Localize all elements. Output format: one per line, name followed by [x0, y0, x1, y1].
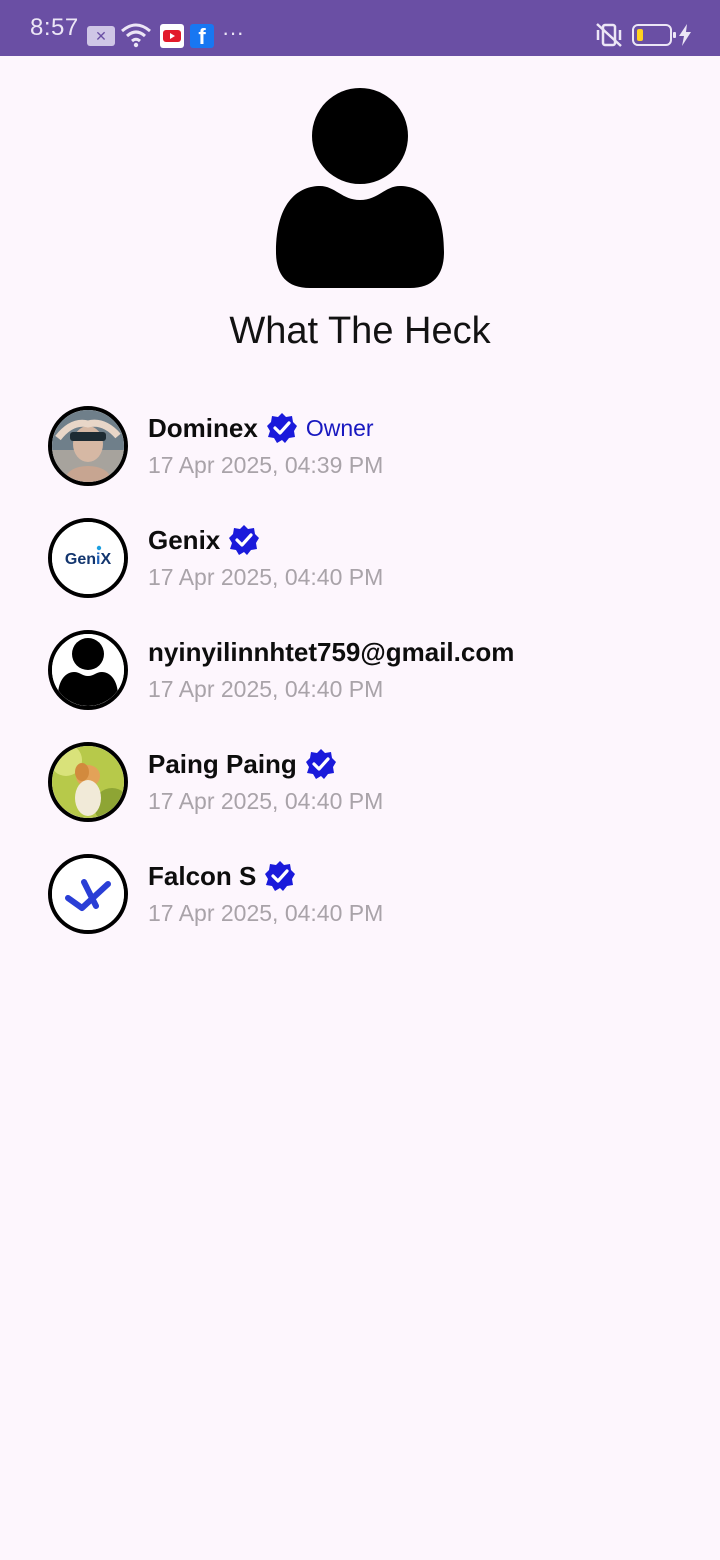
member-joined-date: 17 Apr 2025, 04:39 PM — [148, 452, 384, 478]
genix-logo-icon: GeniX — [52, 522, 124, 594]
wifi-icon — [121, 23, 151, 48]
member-avatar: GeniX — [48, 518, 128, 598]
member-name-line: Falcon S — [148, 858, 296, 894]
group-title: What The Heck — [229, 310, 491, 352]
members-list: Dominex Owner 17 Apr 2025, 04:39 PM Geni… — [0, 402, 720, 962]
member-joined-date: 17 Apr 2025, 04:40 PM — [148, 676, 384, 702]
member-row-paing-paing[interactable]: Paing Paing 17 Apr 2025, 04:40 PM — [0, 738, 720, 850]
member-joined-date: 17 Apr 2025, 04:40 PM — [148, 564, 384, 590]
verified-badge-icon — [305, 749, 336, 779]
vibrate-off-icon — [596, 23, 622, 47]
member-row-email-user[interactable]: nyinyilinnhtet759@gmail.com 17 Apr 2025,… — [0, 626, 720, 738]
member-name-line: Genix — [148, 522, 260, 558]
svg-text:GeniX: GeniX — [65, 551, 112, 568]
more-dots-icon: ··· — [222, 20, 244, 45]
member-name-line: nyinyilinnhtet759@gmail.com — [148, 634, 514, 670]
falcon-logo-icon — [52, 858, 124, 930]
group-avatar-person-icon[interactable] — [270, 82, 450, 292]
member-joined-date: 17 Apr 2025, 04:40 PM — [148, 788, 384, 814]
member-row-dominex[interactable]: Dominex Owner 17 Apr 2025, 04:39 PM — [0, 402, 720, 514]
member-name-line: Paing Paing — [148, 746, 337, 782]
status-bar: 8:57 ✕ f ··· — [0, 0, 720, 56]
facebook-icon: f — [190, 24, 214, 49]
member-avatar — [48, 742, 128, 822]
photo-person-icon — [52, 410, 124, 482]
person-silhouette-icon — [52, 634, 124, 706]
member-avatar — [48, 854, 128, 934]
verified-badge-icon — [229, 525, 260, 555]
youtube-icon — [160, 24, 184, 48]
charging-bolt-icon — [679, 24, 691, 46]
member-row-falcon-s[interactable]: Falcon S 17 Apr 2025, 04:40 PM — [0, 850, 720, 962]
member-joined-date: 17 Apr 2025, 04:40 PM — [148, 900, 384, 926]
verified-badge-icon — [265, 861, 296, 891]
member-avatar — [48, 406, 128, 486]
member-row-genix[interactable]: GeniX Genix 17 Apr 2025, 04:40 PM — [0, 514, 720, 626]
member-name: nyinyilinnhtet759@gmail.com — [148, 636, 515, 667]
member-role-owner: Owner — [305, 414, 374, 441]
photo-anime-icon — [52, 746, 124, 818]
member-name: Paing Paing — [148, 748, 297, 779]
member-name: Dominex — [148, 412, 258, 443]
member-avatar — [48, 630, 128, 710]
member-name: Falcon S — [148, 860, 257, 891]
member-name: Genix — [148, 524, 221, 555]
member-name-line: Dominex Owner — [148, 410, 374, 446]
battery-icon — [632, 24, 676, 46]
x-badge-icon: ✕ — [87, 26, 115, 46]
verified-badge-icon — [266, 413, 297, 443]
status-time: 8:57 — [30, 14, 79, 41]
